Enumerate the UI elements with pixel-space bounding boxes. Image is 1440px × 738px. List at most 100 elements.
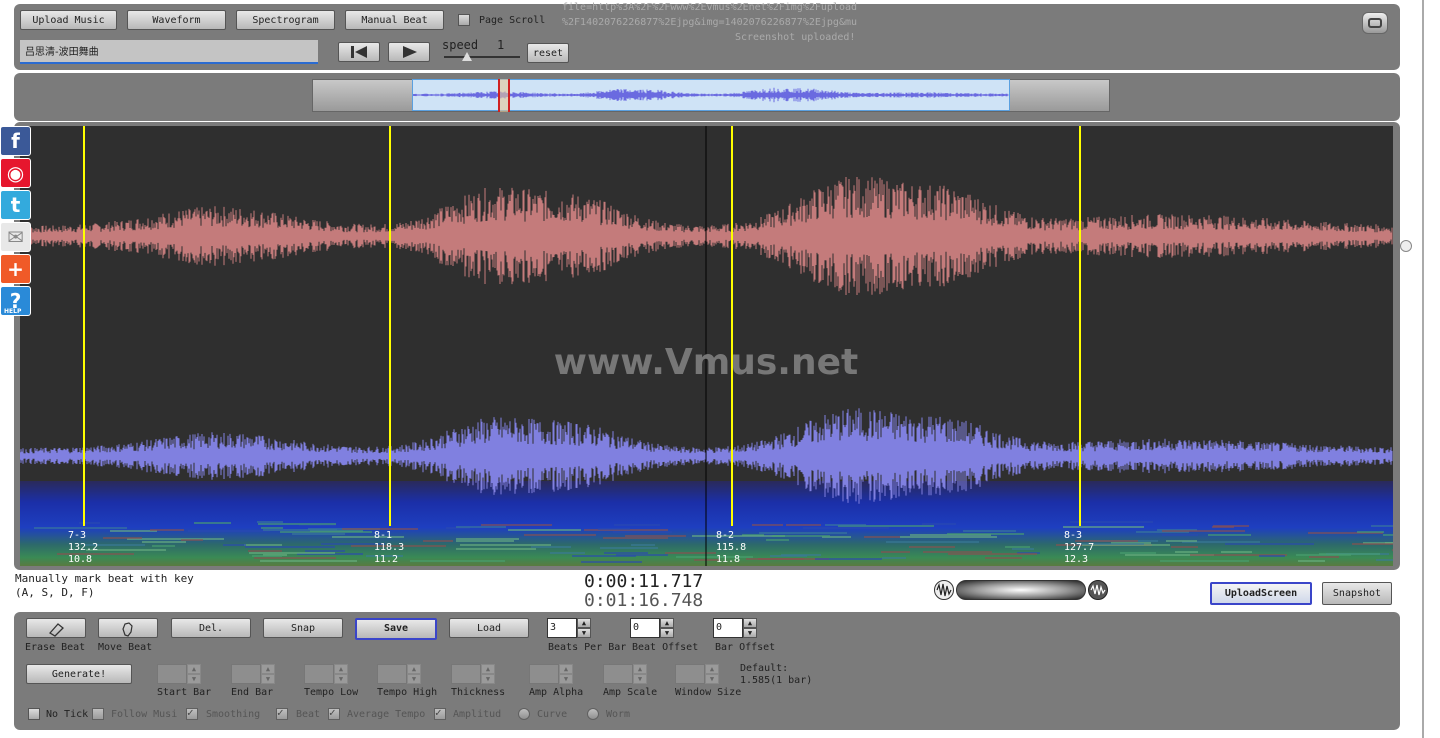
stepper-up[interactable]: ▲: [705, 664, 719, 674]
save-button[interactable]: Save: [355, 618, 437, 640]
move-beat-button[interactable]: [98, 618, 158, 638]
thickness-stepper[interactable]: ▲ ▼: [451, 664, 495, 684]
beat-bar-label: 7-3: [68, 530, 86, 541]
beat-offset-input[interactable]: 0: [630, 618, 660, 638]
tempo-low-label: Tempo Low: [304, 687, 359, 698]
beat-offset-stepper[interactable]: 0 ▲ ▼: [630, 618, 674, 638]
mail-icon[interactable]: ✉: [0, 222, 31, 252]
move-beat-label: Move Beat: [98, 642, 153, 653]
stepper-down[interactable]: ▼: [261, 674, 275, 684]
reset-button[interactable]: reset: [527, 43, 569, 63]
speed-slider-track[interactable]: [444, 56, 520, 58]
page-scroll-checkbox[interactable]: [458, 14, 470, 26]
del-button[interactable]: Del.: [171, 618, 251, 638]
beats-per-bar-stepper[interactable]: 3 ▲ ▼: [547, 618, 591, 638]
vertical-scrollbar[interactable]: [1408, 244, 1411, 394]
amplitude-checkbox[interactable]: [434, 706, 446, 720]
speed-slider-thumb[interactable]: [462, 52, 472, 61]
stepper-down[interactable]: ▼: [481, 674, 495, 684]
end-bar-input[interactable]: [231, 664, 261, 684]
beats-per-bar-input[interactable]: 3: [547, 618, 577, 638]
window-size-input[interactable]: [675, 664, 705, 684]
upload-music-button[interactable]: Upload Music: [20, 10, 117, 30]
waveform-large-icon[interactable]: [1088, 580, 1108, 600]
spectrogram-band: [79, 522, 100, 524]
end-bar-stepper[interactable]: ▲ ▼: [231, 664, 275, 684]
amp-scale-input[interactable]: [603, 664, 633, 684]
play-button[interactable]: [388, 42, 430, 62]
curve-radio[interactable]: [518, 708, 530, 720]
stepper-up[interactable]: ▲: [660, 618, 674, 628]
spectrogram-band: [152, 545, 175, 547]
tempo-low-input[interactable]: [304, 664, 334, 684]
stepper-down[interactable]: ▼: [559, 674, 573, 684]
average-tempo-checkbox[interactable]: [328, 706, 340, 720]
stepper-up[interactable]: ▲: [407, 664, 421, 674]
amplitude-label: Amplitud: [453, 709, 502, 720]
tempo-high-stepper[interactable]: ▲ ▼: [377, 664, 421, 684]
stepper-up[interactable]: ▲: [481, 664, 495, 674]
tempo-low-stepper[interactable]: ▲ ▼: [304, 664, 348, 684]
follow-music-checkbox[interactable]: [92, 708, 104, 720]
spectrogram-band: [550, 552, 585, 554]
waveform-button[interactable]: Waveform: [127, 10, 226, 30]
no-tick-checkbox[interactable]: [28, 708, 40, 720]
beat-checkbox[interactable]: [276, 706, 288, 720]
bar-offset-stepper[interactable]: 0 ▲ ▼: [713, 618, 757, 638]
weibo-icon[interactable]: ◉: [0, 158, 31, 188]
stepper-down[interactable]: ▼: [660, 628, 674, 638]
spectrogram-band: [223, 544, 246, 546]
facebook-icon[interactable]: f: [0, 126, 31, 156]
window-size-stepper[interactable]: ▲ ▼: [675, 664, 719, 684]
amp-scale-stepper[interactable]: ▲ ▼: [603, 664, 647, 684]
stepper-down[interactable]: ▼: [577, 628, 591, 638]
twitter-icon[interactable]: t: [0, 190, 31, 220]
stepper-up[interactable]: ▲: [261, 664, 275, 674]
start-bar-input[interactable]: [157, 664, 187, 684]
generate-button[interactable]: Generate!: [26, 664, 132, 684]
thickness-input[interactable]: [451, 664, 481, 684]
amp-alpha-input[interactable]: [529, 664, 559, 684]
stepper-up[interactable]: ▲: [559, 664, 573, 674]
stepper-down[interactable]: ▼: [407, 674, 421, 684]
add-icon[interactable]: +: [0, 254, 31, 284]
erase-beat-button[interactable]: [26, 618, 86, 638]
overview-playhead[interactable]: [498, 79, 510, 112]
stepper-down[interactable]: ▼: [187, 674, 201, 684]
help-icon[interactable]: ? HELP: [0, 286, 31, 316]
amp-alpha-stepper[interactable]: ▲ ▼: [529, 664, 573, 684]
worm-radio[interactable]: [587, 708, 599, 720]
zoom-slider[interactable]: [956, 580, 1086, 600]
stepper-up[interactable]: ▲: [187, 664, 201, 674]
stepper-up[interactable]: ▲: [577, 618, 591, 628]
start-bar-stepper[interactable]: ▲ ▼: [157, 664, 201, 684]
stepper-down[interactable]: ▼: [743, 628, 757, 638]
main-waveform-view[interactable]: 7-3132.210.88-1118.311.28-2115.811.88-31…: [20, 126, 1393, 566]
spectrogram-button[interactable]: Spectrogram: [236, 10, 335, 30]
song-title-field[interactable]: 吕思清-波田舞曲: [20, 40, 318, 64]
spectrogram-band: [1208, 534, 1251, 536]
stepper-up[interactable]: ▲: [633, 664, 647, 674]
manual-beat-button[interactable]: Manual Beat: [345, 10, 444, 30]
stepper-down[interactable]: ▼: [633, 674, 647, 684]
spectrogram-band: [34, 527, 127, 529]
smoothing-checkbox[interactable]: [186, 706, 198, 720]
stepper-up[interactable]: ▲: [334, 664, 348, 674]
load-button[interactable]: Load: [449, 618, 529, 638]
spectrogram-band: [142, 541, 186, 543]
spectrogram-band: [886, 541, 979, 543]
watermark: www.Vmus.net: [554, 342, 859, 383]
scroll-handle[interactable]: [1400, 240, 1412, 252]
window-toggle-icon[interactable]: [1362, 12, 1388, 34]
upload-screen-button[interactable]: UploadScreen: [1210, 582, 1312, 605]
tempo-high-input[interactable]: [377, 664, 407, 684]
snapshot-button[interactable]: Snapshot: [1322, 582, 1392, 605]
rewind-button[interactable]: [338, 42, 380, 62]
waveform-small-icon[interactable]: [934, 580, 954, 600]
spectrogram-band: [1298, 560, 1325, 562]
snap-button[interactable]: Snap: [263, 618, 343, 638]
stepper-up[interactable]: ▲: [743, 618, 757, 628]
bar-offset-input[interactable]: 0: [713, 618, 743, 638]
stepper-down[interactable]: ▼: [334, 674, 348, 684]
stepper-down[interactable]: ▼: [705, 674, 719, 684]
